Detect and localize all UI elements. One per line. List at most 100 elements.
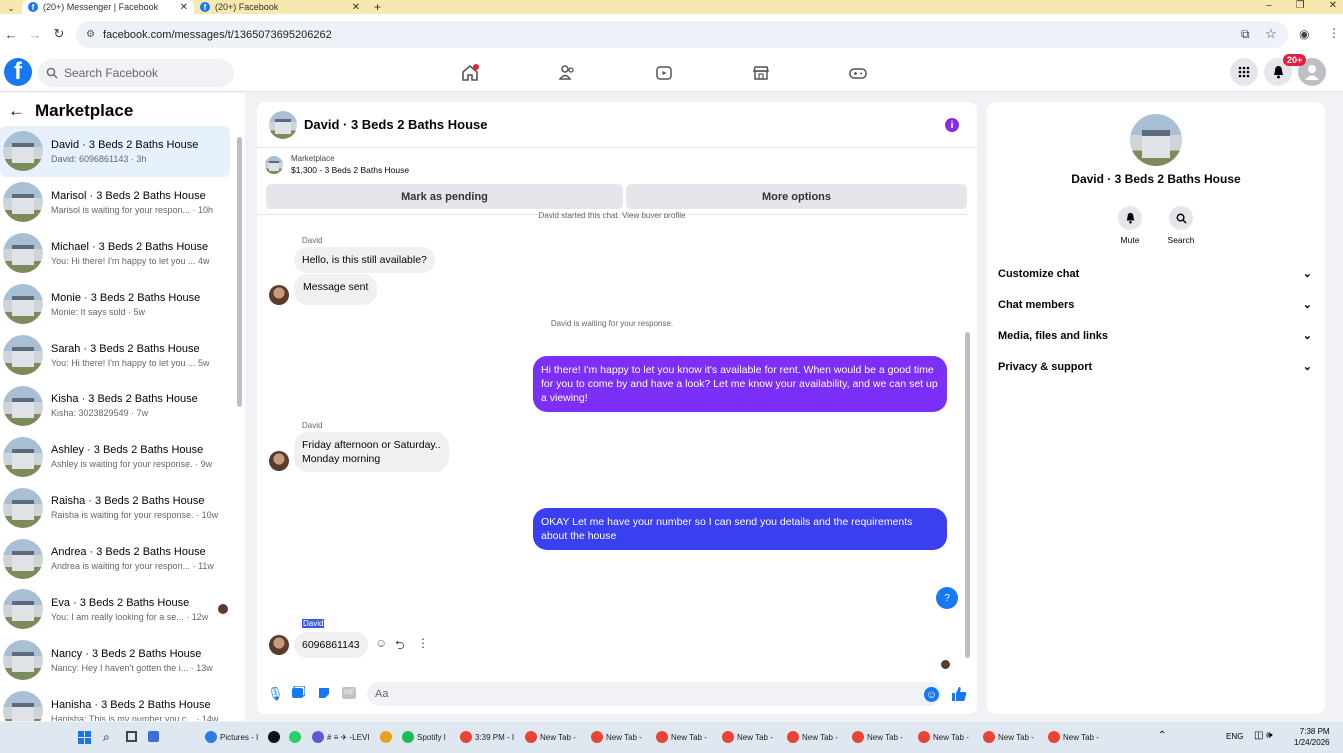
message-input[interactable]: Aa <box>367 682 941 706</box>
conversation-item[interactable]: David · 3 Beds 2 Baths House David: 60968… <box>0 126 230 177</box>
facebook-logo[interactable]: f <box>4 58 32 86</box>
profile-icon[interactable]: ◉ <box>1299 27 1309 41</box>
taskbar-app[interactable]: New Tab - <box>983 731 1034 743</box>
sender-avatar[interactable] <box>269 635 289 655</box>
mark-as-pending-button[interactable]: Mark as pending <box>266 184 623 209</box>
conversation-list-scrollbar[interactable] <box>237 137 242 407</box>
conversation-item[interactable]: Raisha · 3 Beds 2 Baths House Raisha is w… <box>0 482 236 533</box>
tray-lang[interactable]: ENG <box>1226 732 1243 741</box>
marketplace-nav-button[interactable] <box>746 60 776 86</box>
windows-start-icon[interactable] <box>78 731 91 744</box>
tray-chevron-icon[interactable]: ⌃ <box>1158 730 1166 741</box>
react-emoji-icon[interactable]: ☺ <box>375 636 387 650</box>
incoming-message[interactable]: Message sent <box>294 274 378 305</box>
microphone-icon[interactable]: 🎙︎ <box>267 686 284 702</box>
taskbar-search-icon[interactable]: ⌕ <box>103 730 110 745</box>
chat-title[interactable]: David · 3 Beds 2 Baths House <box>304 117 488 132</box>
taskbar-app[interactable]: New Tab - <box>918 731 969 743</box>
incoming-message[interactable]: Hello, is this still available? <box>294 247 435 273</box>
maximize-button[interactable]: ❐ <box>1296 0 1305 11</box>
conversation-item[interactable]: Marisol · 3 Beds 2 Baths House Marisol is… <box>0 177 236 228</box>
sticker-icon[interactable] <box>317 686 331 700</box>
conversation-item[interactable]: Nancy · 3 Beds 2 Baths House Nancy: Hey I… <box>0 635 236 686</box>
taskbar-app[interactable]: New Tab - <box>787 731 838 743</box>
conversation-item[interactable]: Andrea · 3 Beds 2 Baths House Andrea is w… <box>0 533 236 584</box>
incoming-message[interactable]: 6096861143 <box>294 632 368 658</box>
menu-button[interactable] <box>1230 58 1258 86</box>
minimize-button[interactable]: – <box>1266 0 1272 11</box>
privacy-support-section[interactable]: Privacy & support ⌄ <box>998 360 1312 374</box>
conversation-item[interactable]: Ashley · 3 Beds 2 Baths House Ashley is w… <box>0 431 236 482</box>
back-arrow-icon[interactable]: ← <box>8 101 25 121</box>
sender-avatar[interactable] <box>269 451 289 471</box>
help-button[interactable]: ? <box>936 587 958 609</box>
forward-icon[interactable]: → <box>27 26 43 42</box>
windows-taskbar: ⌕ Pictures - I ⠀ ⠀ # ≡ ✈ -LEVI ⠀ Spotify I 3:3… <box>0 722 1343 753</box>
conversation-item[interactable]: Michael · 3 Beds 2 Baths House You: Hi th… <box>0 228 236 279</box>
emoji-icon[interactable]: ☺ <box>924 687 939 702</box>
thread-scrollbar[interactable] <box>965 332 970 658</box>
taskbar-app[interactable]: ⠀ <box>268 731 289 743</box>
taskbar-app[interactable]: New Tab - <box>852 731 903 743</box>
taskbar-app[interactable]: ⠀ <box>380 731 401 743</box>
taskbar-app[interactable]: New Tab - <box>722 731 773 743</box>
customize-chat-section[interactable]: Customize chat ⌄ <box>998 267 1312 281</box>
task-view-icon[interactable] <box>126 731 137 742</box>
chat-members-section[interactable]: Chat members ⌄ <box>998 298 1312 312</box>
search-in-chat-button[interactable]: Search <box>1156 206 1206 245</box>
new-tab-button[interactable]: + <box>366 0 389 14</box>
tab-messenger[interactable]: f (20+) Messenger | Facebook ✕ <box>22 0 194 14</box>
cast-icon[interactable]: ⧉ <box>1241 27 1250 42</box>
bookmark-star-icon[interactable]: ☆ <box>1265 26 1277 42</box>
media-files-links-section[interactable]: Media, files and links ⌄ <box>998 329 1312 343</box>
taskbar-app[interactable]: New Tab - <box>656 731 707 743</box>
conversation-item[interactable]: Kisha · 3 Beds 2 Baths House Kisha: 30238… <box>0 380 236 431</box>
chat-avatar[interactable] <box>269 110 297 139</box>
tab-search-icon[interactable]: ⌄ <box>0 3 22 14</box>
sender-avatar[interactable] <box>269 285 289 305</box>
home-nav-button[interactable] <box>455 60 485 86</box>
taskbar-app[interactable]: Spotify I <box>402 731 446 743</box>
browser-menu-icon[interactable]: ⋮ <box>1328 26 1340 40</box>
mute-button[interactable]: Mute <box>1105 206 1155 245</box>
more-options-button[interactable]: More options <box>626 184 967 209</box>
reload-icon[interactable]: ↻ <box>51 26 67 42</box>
outgoing-message[interactable]: Hi there! I'm happy to let you know it's… <box>533 356 947 412</box>
like-thumb-icon[interactable] <box>951 686 967 702</box>
gif-icon[interactable]: GIF <box>342 687 356 699</box>
gaming-nav-button[interactable] <box>843 60 873 86</box>
conversation-item[interactable]: Sarah · 3 Beds 2 Baths House You: Hi ther… <box>0 330 236 381</box>
widgets-icon[interactable] <box>148 731 159 742</box>
more-actions-icon[interactable]: ⋮ <box>417 636 429 650</box>
conversation-item[interactable]: Eva · 3 Beds 2 Baths House You: I am real… <box>0 584 236 635</box>
conversation-item[interactable]: Monie · 3 Beds 2 Baths House Monie: It sa… <box>0 279 236 330</box>
taskbar-app[interactable]: Pictures - I <box>205 731 258 743</box>
incoming-message[interactable]: Friday afternoon or Saturday.. Monday mo… <box>294 432 449 472</box>
taskbar-app[interactable]: New Tab - <box>591 731 642 743</box>
conversation-preview: David: 6096861143 · 3h <box>51 153 147 164</box>
attach-photo-icon[interactable] <box>291 686 305 700</box>
tab-facebook[interactable]: f (20+) Facebook ✕ <box>194 0 366 14</box>
taskbar-app[interactable]: 3:39 PM - I <box>460 731 514 743</box>
info-icon[interactable]: i <box>945 118 959 132</box>
clock[interactable]: 7:38 PM 1/24/2026 <box>1294 726 1330 748</box>
video-nav-button[interactable] <box>649 60 679 86</box>
window-close-button[interactable]: ✕ <box>1329 0 1337 11</box>
listing-summary[interactable]: Marketplace $1,300 - 3 Beds 2 Baths Hous… <box>265 154 409 175</box>
outgoing-message[interactable]: OKAY Let me have your number so I can se… <box>533 508 947 550</box>
conversation-item[interactable]: Hanisha · 3 Beds 2 Baths House Hanisha: T… <box>0 686 236 721</box>
facebook-search-input[interactable]: Search Facebook <box>38 59 234 87</box>
site-settings-icon[interactable]: ⚙ <box>86 29 95 40</box>
taskbar-app[interactable]: ⠀ <box>289 731 310 743</box>
back-icon[interactable]: ← <box>3 26 19 42</box>
tab-close-icon[interactable]: ✕ <box>352 2 360 13</box>
taskbar-app[interactable]: # ≡ ✈ -LEVI <box>312 731 370 743</box>
url-field[interactable]: ⚙ facebook.com/messages/t/13650736952062… <box>76 21 1288 48</box>
details-avatar[interactable] <box>1130 114 1182 166</box>
reply-icon[interactable]: ⮌ <box>395 636 405 657</box>
taskbar-app[interactable]: New Tab - <box>525 731 576 743</box>
tab-close-icon[interactable]: ✕ <box>180 2 188 13</box>
wifi-volume-icon[interactable]: ◫ 🕪 <box>1254 730 1273 741</box>
taskbar-app[interactable]: New Tab - <box>1048 731 1099 743</box>
friends-nav-button[interactable] <box>552 60 582 86</box>
